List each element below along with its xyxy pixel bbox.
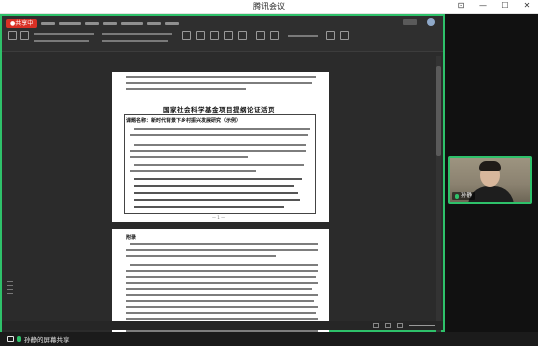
meeting-bottom-bar: 孙静的屏幕共享	[0, 332, 538, 346]
web-layout-icon[interactable]	[397, 323, 403, 328]
ribbon-tab[interactable]	[41, 21, 56, 25]
mic-icon	[17, 336, 21, 342]
window-controls: ⊡ — ☐ ✕	[456, 1, 532, 10]
text-line	[134, 144, 306, 146]
scroll-thumb[interactable]	[436, 66, 441, 156]
text-line	[126, 288, 312, 290]
view-buttons	[373, 323, 403, 328]
text-line	[134, 185, 294, 187]
ribbon-tab[interactable]	[121, 21, 144, 25]
ribbon-tab[interactable]	[165, 21, 180, 25]
text-line	[126, 282, 318, 284]
format-painter-icon[interactable]	[20, 31, 29, 40]
document-page-1[interactable]: 国家社会科学基金项目提纲论证活页 课题名称：新时代背景下乡村振兴发展研究（示例）…	[112, 72, 329, 222]
style-icon[interactable]	[182, 31, 191, 40]
text-line	[130, 150, 306, 152]
text-line	[126, 318, 318, 320]
vertical-scrollbar[interactable]	[436, 56, 441, 334]
text-line	[134, 164, 304, 166]
font-style-row[interactable]	[34, 40, 89, 42]
paste-icon[interactable]	[8, 31, 17, 40]
mic-icon	[455, 193, 459, 199]
style-icon[interactable]	[238, 31, 247, 40]
maximize-button[interactable]: ☐	[500, 1, 510, 10]
ribbon-toolbar	[6, 31, 441, 49]
text-line	[134, 192, 298, 194]
text-line	[134, 199, 300, 201]
text-line	[126, 255, 276, 257]
text-line	[126, 270, 318, 272]
text-line	[126, 82, 312, 84]
participant-hair	[479, 161, 501, 171]
paragraph-row[interactable]	[102, 33, 172, 35]
text-line	[126, 306, 318, 308]
sharing-badge[interactable]: ●共享中	[6, 18, 38, 28]
participant-name: 孙静	[461, 193, 473, 199]
section-label: 附录	[126, 235, 137, 241]
word-status-bar	[2, 321, 443, 330]
style-icon[interactable]	[210, 31, 219, 40]
text-line	[130, 243, 318, 245]
text-line	[126, 300, 314, 302]
replace-icon[interactable]	[270, 31, 279, 40]
text-line	[126, 76, 316, 78]
text-line	[130, 134, 308, 136]
avatar[interactable]	[427, 18, 435, 26]
text-line	[134, 128, 310, 130]
style-icon[interactable]	[224, 31, 233, 40]
ribbon-tabs: ●共享中	[6, 18, 180, 28]
alignment-row[interactable]	[102, 40, 168, 42]
editor-icon[interactable]	[340, 31, 349, 40]
ribbon-tab[interactable]	[103, 21, 118, 25]
minimize-button[interactable]: —	[478, 1, 488, 10]
close-button[interactable]: ✕	[522, 1, 532, 10]
read-mode-icon[interactable]	[373, 323, 379, 328]
text-line	[126, 312, 316, 314]
text-line	[126, 249, 318, 251]
find-icon[interactable]	[256, 31, 265, 40]
gutter-marks	[7, 281, 13, 297]
ribbon-tab[interactable]	[59, 21, 82, 25]
text-line	[130, 170, 256, 172]
zoom-slider[interactable]	[409, 325, 435, 326]
dictate-icon[interactable]	[326, 31, 335, 40]
title-bar: 腾讯会议 ⊡ — ☐ ✕	[0, 0, 538, 14]
shared-screen: ●共享中 国家社会科学基金项目提纲论证活页 课题名称：新时代背景下乡村振兴发展研…	[0, 14, 445, 339]
style-icon[interactable]	[196, 31, 205, 40]
document-title: 国家社会科学基金项目提纲论证活页	[163, 106, 275, 114]
font-selector[interactable]	[34, 33, 94, 35]
text-line	[126, 88, 246, 90]
page-number: — 1 —	[212, 215, 226, 220]
text-line	[130, 264, 318, 266]
text-line	[134, 206, 284, 208]
ribbon-group[interactable]	[288, 35, 318, 37]
pin-icon[interactable]: ⊡	[456, 1, 466, 10]
ribbon-search[interactable]	[403, 19, 417, 25]
participant-video-tile[interactable]: 孙静	[448, 156, 532, 204]
ribbon-tab[interactable]	[85, 21, 100, 25]
text-line	[130, 156, 248, 158]
text-line	[126, 294, 318, 296]
screen-share-icon	[7, 336, 14, 342]
page-gap	[112, 222, 329, 229]
share-label: 孙静的屏幕共享	[24, 336, 70, 344]
participant-name-tag: 孙静	[452, 192, 476, 200]
ribbon-tab[interactable]	[147, 21, 162, 25]
document-subtitle: 课题名称：新时代背景下乡村振兴发展研究（示例）	[126, 118, 242, 124]
word-ribbon: ●共享中	[2, 16, 443, 52]
print-layout-icon[interactable]	[385, 323, 391, 328]
text-line	[126, 276, 316, 278]
text-line	[134, 178, 302, 180]
document-left-margin	[2, 53, 112, 332]
screen-share-indicator[interactable]: 孙静的屏幕共享	[3, 334, 74, 344]
